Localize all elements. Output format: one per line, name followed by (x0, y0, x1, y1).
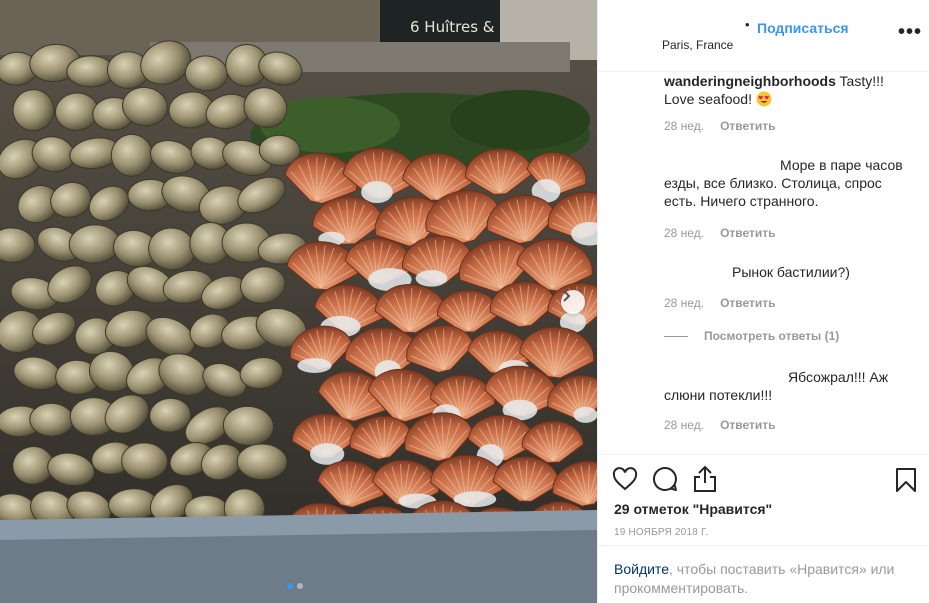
comment-meta: 28 нед. Ответить (664, 226, 776, 240)
post-header: • Подписаться Paris, France ••• (598, 0, 929, 72)
location-link[interactable]: Paris, France (662, 38, 733, 52)
comment-time: 28 нед. (664, 119, 705, 133)
chevron-right-icon (563, 290, 571, 302)
reply-button[interactable]: Ответить (720, 296, 775, 310)
bookmark-icon[interactable] (895, 467, 917, 493)
post-side-panel: • Подписаться Paris, France ••• wanderin… (597, 0, 929, 603)
next-photo-button[interactable] (561, 290, 585, 314)
separator-dot: • (745, 17, 750, 32)
comment-item: Ябсожрал!!! Аж слюни потекли!!! (664, 368, 904, 404)
oyster-shape (236, 443, 288, 481)
reply-button[interactable]: Ответить (720, 119, 775, 133)
sign-text: 6 Huîtres & 4 (410, 18, 509, 36)
post-date: 19 НОЯБРЯ 2018 Г. (614, 527, 709, 538)
heart-icon[interactable] (612, 467, 638, 491)
view-replies-label: Посмотреть ответы (1) (704, 329, 840, 343)
heart-eyes-emoji-icon (756, 91, 772, 107)
carousel-dot (297, 583, 303, 589)
comment-item: Рынок бастилии?) (664, 263, 904, 281)
comments-list: wanderingneighborhoods Tasty!!! Love sea… (598, 72, 929, 454)
comment-time: 28 нед. (664, 226, 705, 240)
post-view: 6 Huîtres & 4 • Подписаться Paris, Franc… (0, 0, 929, 603)
carousel-indicator (287, 583, 303, 589)
seafood-photo: 6 Huîtres & 4 (0, 0, 597, 603)
reply-button[interactable]: Ответить (720, 418, 775, 432)
oyster-shape (29, 402, 74, 437)
login-link[interactable]: Войдите (614, 561, 669, 577)
post-photo[interactable]: 6 Huîtres & 4 (0, 0, 597, 603)
follow-button[interactable]: Подписаться (757, 20, 849, 36)
share-icon[interactable] (692, 465, 718, 493)
comment-meta: 28 нед. Ответить (664, 296, 776, 310)
comment-meta: 28 нед. Ответить (664, 418, 776, 432)
comment-text: Рынок бастилии?) (732, 264, 850, 280)
comment-icon[interactable] (652, 466, 678, 492)
login-prompt: Войдите, чтобы поставить «Нравится» или … (598, 545, 929, 603)
ice-shape (573, 406, 597, 423)
comment-time: 28 нед. (664, 418, 705, 432)
comment-username[interactable]: wanderingneighborhoods (664, 73, 836, 89)
divider-line (664, 335, 688, 337)
likes-count[interactable]: 29 отметок "Нравится" (614, 501, 772, 517)
comment-text: Море в паре часов езды, все близко. Стол… (664, 157, 903, 209)
ice-shape (415, 270, 448, 287)
comment-text: Ябсожрал!!! Аж слюни потекли!!! (664, 369, 889, 403)
comment-time: 28 нед. (664, 296, 705, 310)
post-actions: 29 отметок "Нравится" 19 НОЯБРЯ 2018 Г. … (598, 454, 929, 603)
more-options-icon[interactable]: ••• (898, 22, 922, 42)
ice-shape (297, 358, 332, 373)
comment-item: Море в паре часов езды, все близко. Стол… (664, 156, 904, 210)
reply-button[interactable]: Ответить (720, 226, 775, 240)
view-replies-button[interactable]: Посмотреть ответы (1) (664, 329, 839, 343)
carousel-dot (287, 583, 293, 589)
comment-meta: 28 нед. Ответить (664, 119, 776, 133)
comment-item: wanderingneighborhoods Tasty!!! Love sea… (664, 72, 904, 108)
